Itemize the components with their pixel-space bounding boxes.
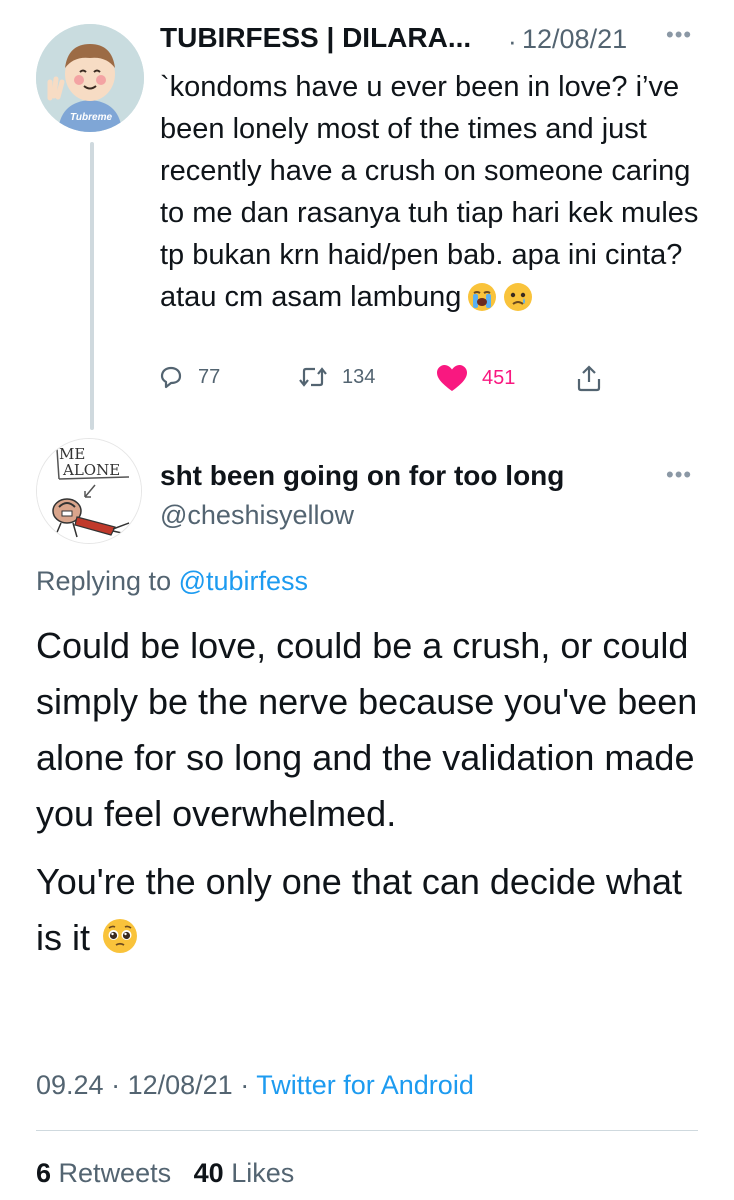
- replying-to-line: Replying to @tubirfess: [36, 566, 308, 597]
- reply-paragraph-2: You're the only one that can decide what…: [36, 854, 716, 970]
- reply-action[interactable]: 77: [158, 364, 220, 390]
- separator-dot: ·: [111, 1070, 128, 1100]
- tweet-time[interactable]: 09.24: [36, 1070, 104, 1100]
- retweet-action[interactable]: 134: [298, 364, 375, 390]
- replying-to-label: Replying to: [36, 566, 172, 596]
- like-count: 451: [482, 366, 516, 389]
- reply-count: 77: [198, 365, 221, 388]
- pleading-face-icon: [102, 914, 138, 970]
- tweet-date[interactable]: 12/08/21: [128, 1070, 233, 1100]
- likes-stat[interactable]: 40 Likes: [194, 1158, 295, 1188]
- more-options-icon[interactable]: •••: [666, 462, 692, 488]
- share-icon: [577, 365, 601, 392]
- parent-avatar[interactable]: Tubreme: [36, 24, 144, 132]
- avatar-text-alone: ALONE: [63, 461, 121, 479]
- replying-to-mention[interactable]: @tubirfess: [179, 566, 308, 596]
- retweet-icon: [299, 367, 327, 387]
- parent-author-name[interactable]: TUBIRFESS | DILARA...: [160, 22, 471, 54]
- thread-line: [90, 142, 94, 430]
- like-action[interactable]: 451: [436, 364, 515, 392]
- divider: [36, 1130, 698, 1131]
- loudly-crying-face-icon: [467, 282, 497, 324]
- separator-dot: ·: [240, 1070, 257, 1100]
- tweet-stats: 6 Retweets 40 Likes: [36, 1158, 294, 1189]
- share-action[interactable]: [576, 364, 602, 392]
- retweets-stat[interactable]: 6 Retweets: [36, 1158, 171, 1188]
- reply-paragraph-1: Could be love, could be a crush, or coul…: [36, 625, 698, 834]
- tweet-source[interactable]: Twitter for Android: [256, 1070, 474, 1100]
- tweet-meta: 09.24 · 12/08/21 · Twitter for Android: [36, 1070, 474, 1101]
- retweets-label: Retweets: [58, 1158, 172, 1188]
- retweet-count: 134: [342, 365, 376, 388]
- separator-dot: ·: [508, 26, 517, 56]
- reply-avatar[interactable]: ME ALONE: [36, 438, 142, 544]
- parent-date[interactable]: 12/08/21: [522, 24, 627, 55]
- reply-tweet-text: Could be love, could be a crush, or coul…: [36, 618, 716, 970]
- parent-tweet-body: `kondoms have u ever been in love? i’ve …: [160, 71, 699, 313]
- reply-author-handle[interactable]: @cheshisyellow: [160, 500, 354, 531]
- retweet-total: 6: [36, 1158, 52, 1188]
- more-options-icon[interactable]: •••: [666, 22, 692, 48]
- avatar-caption: Tubreme: [70, 112, 113, 123]
- reply-icon: [160, 366, 182, 389]
- heart-icon: [437, 365, 467, 391]
- reply-author-name[interactable]: sht been going on for too long: [160, 460, 564, 492]
- likes-label: Likes: [231, 1158, 295, 1188]
- face-holding-back-tears-icon: [503, 282, 533, 324]
- parent-tweet-text: `kondoms have u ever been in love? i’ve …: [160, 66, 720, 324]
- avatar-drawing: [37, 439, 141, 543]
- like-total: 40: [193, 1158, 224, 1188]
